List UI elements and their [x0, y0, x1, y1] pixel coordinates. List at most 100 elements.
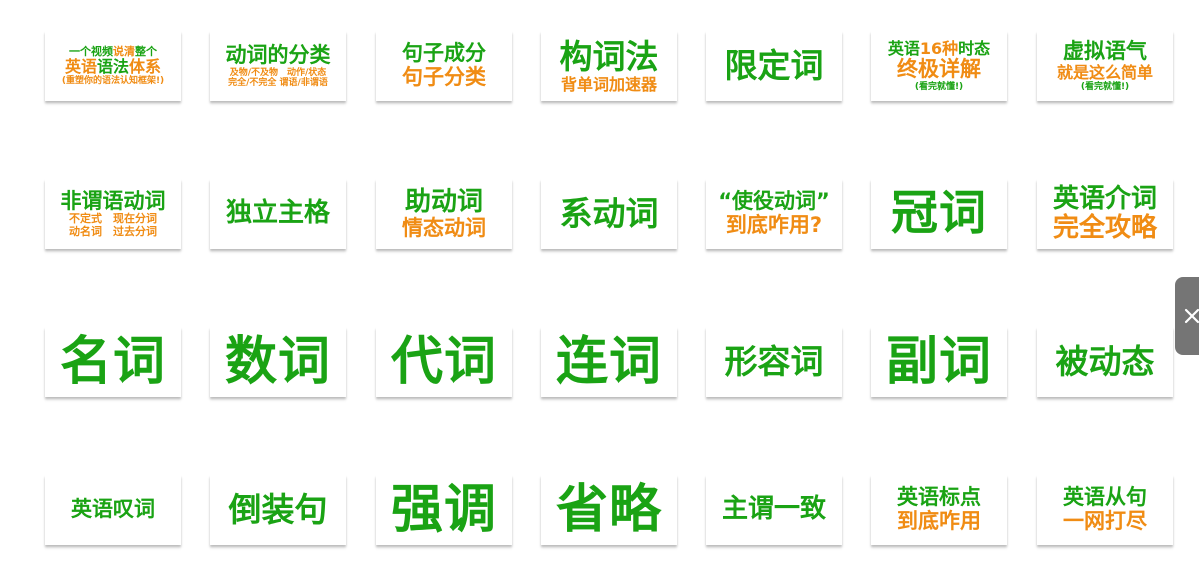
card-title-line: 英语介词	[1052, 183, 1157, 214]
title-segment: 副词	[885, 331, 992, 392]
card-numerals[interactable]: 数词	[210, 327, 346, 397]
card-clauses[interactable]: 英语从句 一网打尽	[1037, 475, 1173, 545]
title-segment: 不定式 现在分词	[69, 212, 157, 226]
title-segment: 整个	[135, 44, 157, 58]
card-linking-verbs[interactable]: 系动词	[541, 179, 677, 249]
card-subjunctive-mood[interactable]: 虚拟语气 就是这么简单 (看完就懂!)	[1037, 31, 1173, 101]
card-passive-voice[interactable]: 被动态	[1037, 327, 1173, 397]
card-title-line: 背单词加速器	[561, 75, 657, 94]
title-segment: 句子成分	[402, 41, 486, 66]
card-title-line: 副词	[886, 333, 992, 391]
card-adverbs[interactable]: 副词	[871, 327, 1007, 397]
card-title-line: 连词	[556, 333, 662, 391]
title-segment: 一网打尽	[1063, 509, 1147, 533]
title-segment: 及物/不及物 动作/状态	[229, 67, 327, 78]
card-determiners[interactable]: 限定词	[706, 31, 842, 101]
card-full-english-grammar-system[interactable]: 一个视频说清整个 英语语法体系 (重塑你的语法认知框架!)	[45, 31, 181, 101]
card-title-line: 强调	[391, 481, 497, 539]
title-segment: 英语标点	[897, 485, 981, 510]
title-segment: 英语	[64, 57, 97, 77]
card-non-finite-verbs[interactable]: 非谓语动词 不定式 现在分词 动名词 过去分词	[45, 179, 181, 249]
title-segment: (看完就懂!)	[1080, 81, 1130, 92]
card-title-line: 英语16种时态	[888, 40, 990, 58]
title-segment: 虚拟语气	[1063, 39, 1147, 64]
card-title-line: 到底咋用?	[725, 213, 823, 238]
title-segment: 非谓语动词	[60, 188, 166, 213]
title-segment: 英语介词	[1052, 183, 1157, 214]
title-segment: 情态动词	[402, 215, 486, 240]
card-title-line: 主谓一致	[722, 495, 826, 524]
card-auxiliary-verbs[interactable]: 助动词 情态动词	[376, 179, 512, 249]
close-icon	[1184, 308, 1199, 324]
card-title-line: 到底咋用	[897, 509, 981, 534]
title-segment: 代词	[390, 331, 497, 392]
card-title-line: 助动词	[405, 187, 483, 217]
card-title-line: 冠词	[891, 185, 987, 241]
title-segment: 独立主格	[225, 198, 330, 229]
card-title-line: 形容词	[724, 341, 824, 381]
card-title-line: 英语从句	[1063, 486, 1147, 510]
title-segment: 名词	[59, 331, 166, 392]
title-segment: 省略	[555, 479, 662, 540]
title-segment: 语法	[96, 57, 129, 77]
title-segment: “使役动词”	[718, 189, 830, 214]
title-segment: (重塑你的语法认知框架!)	[61, 76, 165, 87]
card-punctuation[interactable]: 英语标点 到底咋用	[871, 475, 1007, 545]
card-title-line: 被动态	[1055, 341, 1155, 381]
title-segment: (看完就懂!)	[914, 81, 964, 92]
card-sentence-components[interactable]: 句子成分 句子分类	[376, 31, 512, 101]
card-conjunctions[interactable]: 连词	[541, 327, 677, 397]
card-title-line: 完全攻略	[1053, 213, 1157, 243]
card-sixteen-tenses[interactable]: 英语16种时态 终极详解 (看完就懂!)	[871, 31, 1007, 101]
title-segment: 16种	[919, 39, 959, 59]
card-causative-verbs[interactable]: “使役动词” 到底咋用?	[706, 179, 842, 249]
card-title-line: 系动词	[560, 195, 659, 233]
card-subject-verb-agreement[interactable]: 主谓一致	[706, 475, 842, 545]
title-segment: 数词	[224, 331, 331, 392]
side-close-button[interactable]	[1175, 277, 1199, 355]
title-segment: 动名词 过去分词	[69, 224, 157, 238]
card-adjectives[interactable]: 形容词	[706, 327, 842, 397]
title-segment: 形容词	[724, 341, 824, 381]
title-segment: 终极详解	[897, 57, 981, 82]
card-title-line: 限定词	[725, 47, 824, 85]
card-title-line: 代词	[391, 333, 497, 391]
card-absolute-construction[interactable]: 独立主格	[210, 179, 346, 249]
title-segment: 时态	[958, 39, 991, 59]
title-segment: 主谓一致	[721, 494, 826, 525]
title-segment: 英语叹词	[71, 497, 155, 522]
card-title-line: 非谓语动词	[60, 188, 166, 214]
card-word-formation[interactable]: 构词法 背单词加速器	[541, 31, 677, 101]
video-card-grid: 一个视频说清整个 英语语法体系 (重塑你的语法认知框架!) 动词的分类 及物/不及物 动…	[0, 0, 1199, 577]
title-segment: 连词	[555, 331, 662, 392]
card-title-line: 句子分类	[402, 65, 486, 90]
card-ellipsis[interactable]: 省略	[541, 475, 677, 545]
title-segment: 冠词	[891, 185, 987, 241]
card-title-line: 英语语法体系	[65, 58, 161, 76]
card-title-line: 虚拟语气	[1063, 39, 1147, 64]
card-inversion[interactable]: 倒装句	[210, 475, 346, 545]
card-title-line: 英语叹词	[71, 497, 155, 522]
title-segment: 被动态	[1055, 341, 1155, 381]
card-title-line: 及物/不及物 动作/状态	[230, 68, 327, 78]
card-title-line: (看完就懂!)	[1081, 82, 1129, 92]
title-segment: 说清	[113, 44, 135, 58]
title-segment: 强调	[390, 479, 497, 540]
card-pronouns[interactable]: 代词	[376, 327, 512, 397]
card-emphasis[interactable]: 强调	[376, 475, 512, 545]
card-interjections[interactable]: 英语叹词	[45, 475, 181, 545]
title-segment: 英语从句	[1063, 485, 1147, 510]
card-articles[interactable]: 冠词	[871, 179, 1007, 249]
title-segment: 体系	[129, 57, 162, 77]
card-title-line: 省略	[556, 481, 662, 539]
title-segment: 一个视频	[69, 44, 113, 58]
title-segment: 到底咋用?	[725, 213, 823, 237]
card-title-line: 数词	[225, 333, 331, 391]
title-segment: 倒装句	[228, 489, 328, 529]
card-title-line: 构词法	[560, 38, 659, 76]
card-prepositions[interactable]: 英语介词 完全攻略	[1037, 179, 1173, 249]
card-nouns[interactable]: 名词	[45, 327, 181, 397]
card-verb-classification[interactable]: 动词的分类 及物/不及物 动作/状态 完全/不完全 谓语/非谓语	[210, 31, 346, 101]
title-segment: 到底咋用	[897, 509, 981, 533]
card-title-line: 终极详解	[897, 57, 981, 82]
